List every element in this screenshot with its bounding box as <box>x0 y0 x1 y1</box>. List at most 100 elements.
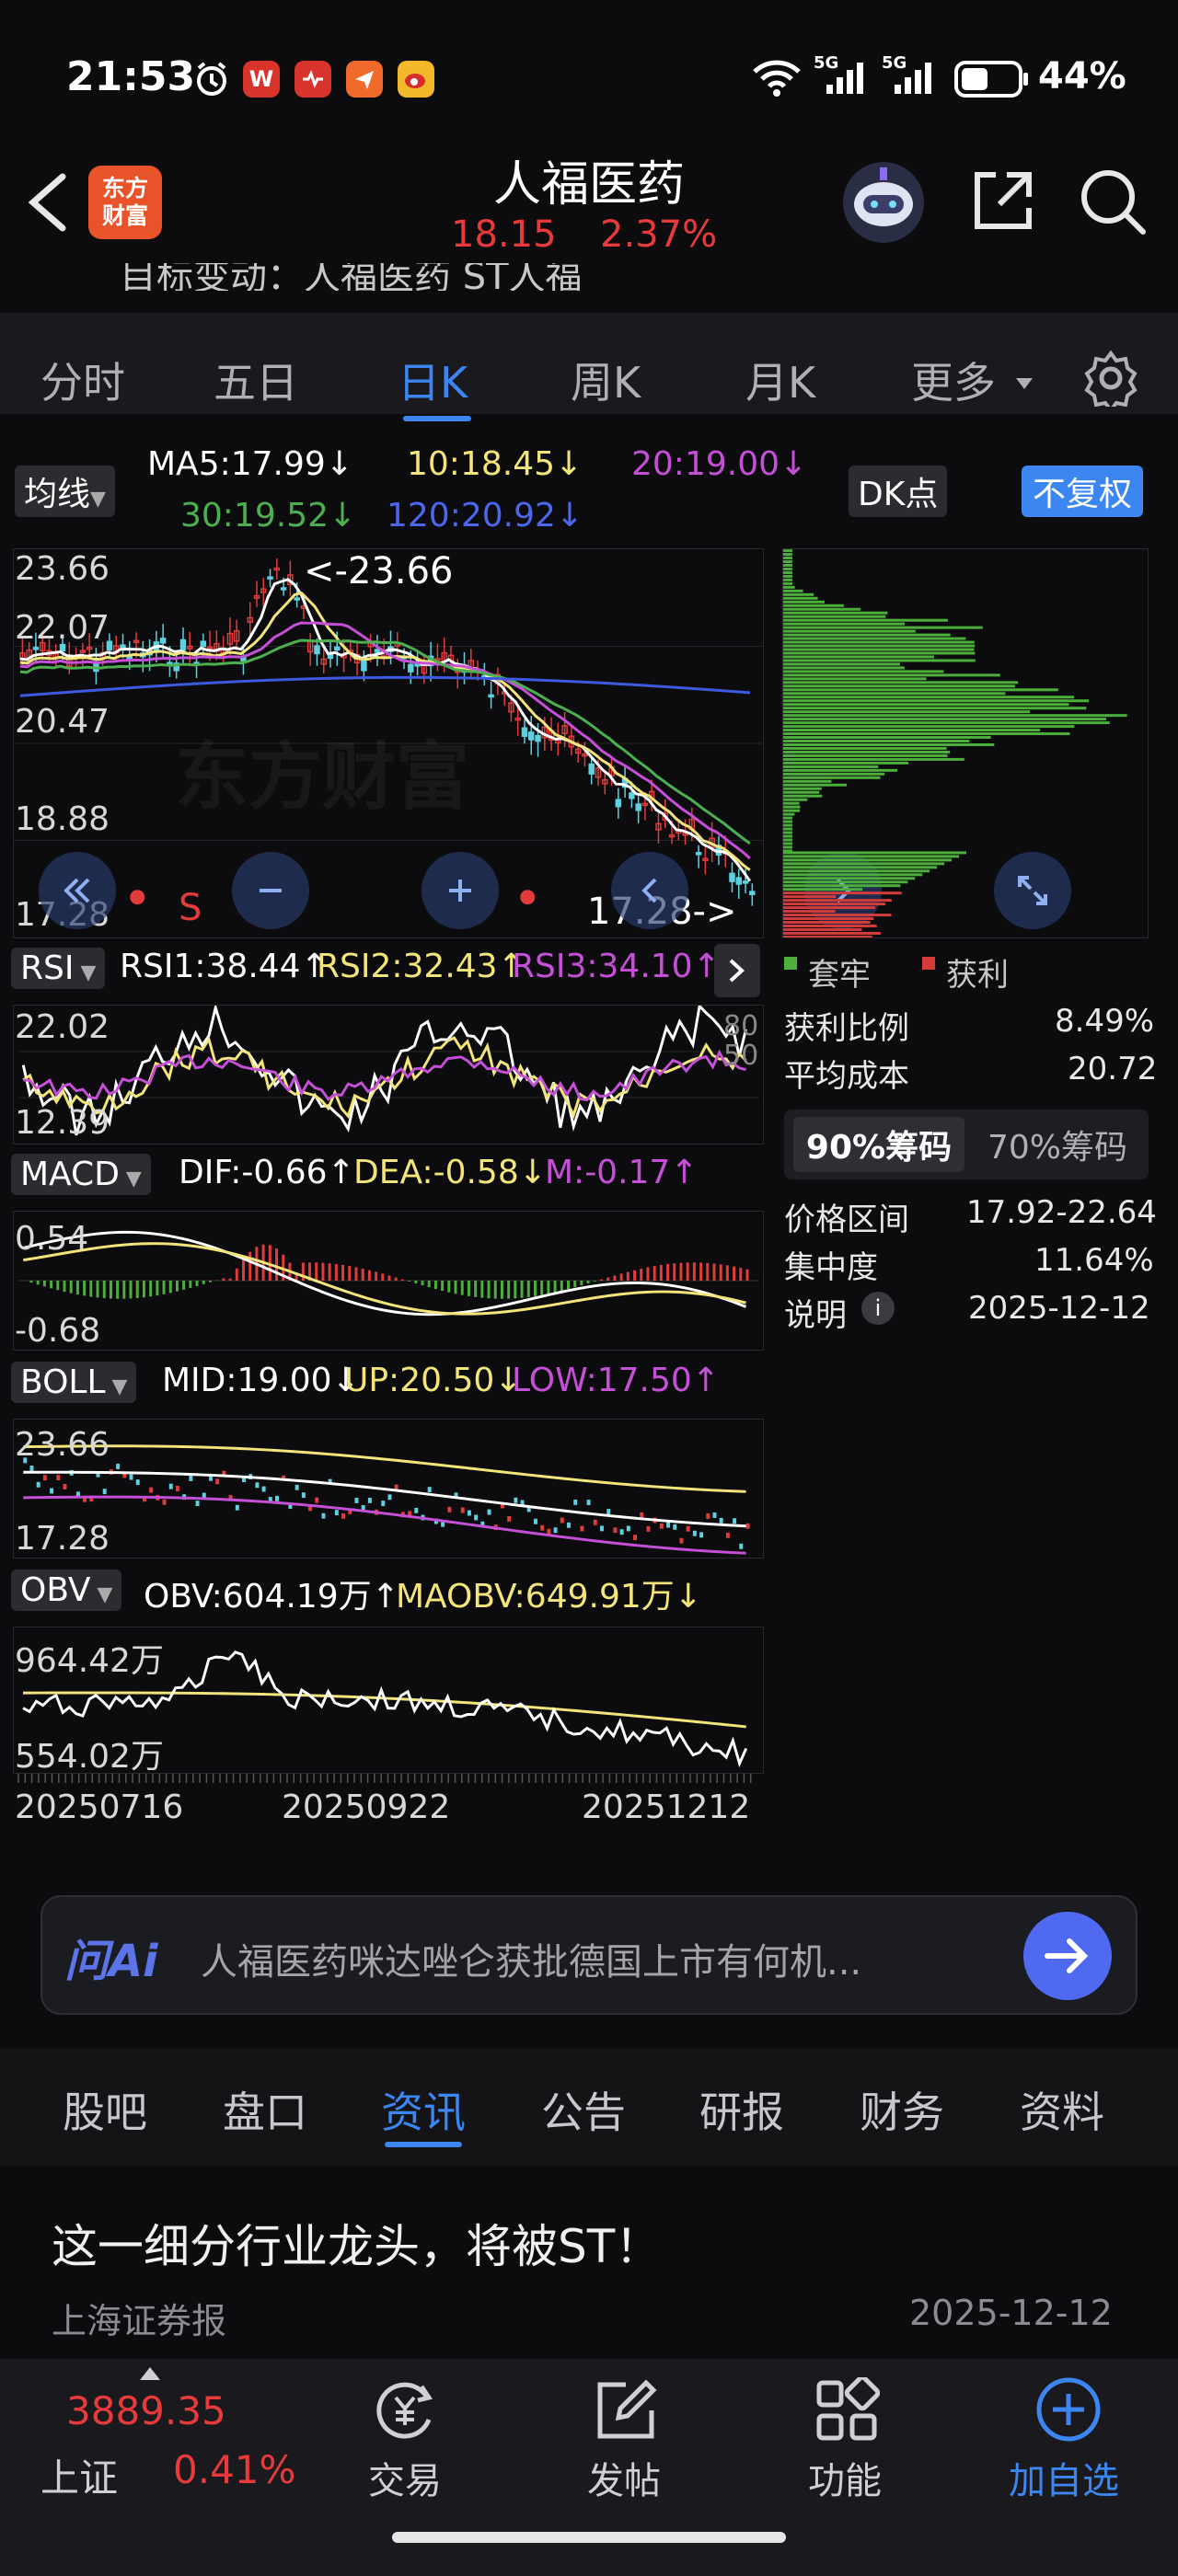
maobv-value: MAOBV:649.91万↓ <box>396 1578 702 1616</box>
tab-profile[interactable]: 资料 <box>1020 2079 1104 2140</box>
boll-candle <box>63 1483 67 1489</box>
chip-bar-locked <box>783 626 983 629</box>
chip-70-tab[interactable]: 70%筹码 <box>972 1117 1143 1172</box>
kline-candle <box>334 646 341 651</box>
functions-grid-icon[interactable] <box>814 2375 881 2447</box>
news-source: 上海证券报 <box>52 2301 227 2341</box>
chip-bar-locked <box>783 549 792 553</box>
boll-candle <box>606 1509 611 1515</box>
macd-selector[interactable]: MACD ▼ <box>11 1154 151 1195</box>
chip-bar-locked <box>783 884 901 888</box>
tab-pankou[interactable]: 盘口 <box>223 2079 307 2140</box>
chip-bar-locked <box>783 714 1127 718</box>
ma5-value: MA5:17.99↓ <box>147 445 353 483</box>
kline-candle <box>374 649 381 653</box>
boll-candle <box>619 1529 624 1535</box>
nav-add-watchlist[interactable]: 加自选 <box>1009 2451 1119 2504</box>
post-icon[interactable] <box>593 2377 659 2447</box>
ma-selector[interactable]: 均线▼ <box>15 466 115 517</box>
macd-histogram-bar <box>712 1263 716 1281</box>
ai-robot-icon[interactable] <box>837 156 930 252</box>
search-icon[interactable] <box>1077 166 1150 243</box>
tab-news[interactable]: 资讯 <box>381 2079 466 2140</box>
kline-candle <box>735 877 743 885</box>
chip-bar-profit <box>783 917 874 921</box>
info-icon[interactable]: i <box>861 1292 895 1325</box>
share-icon[interactable] <box>968 166 1038 239</box>
add-watchlist-icon[interactable] <box>1033 2374 1104 2449</box>
chip-bar-locked <box>783 696 1074 699</box>
rsi2-value: RSI2:32.43↑ <box>317 948 525 985</box>
chip-bar-locked <box>783 592 814 596</box>
tab-research[interactable]: 研报 <box>699 2079 784 2140</box>
news-title[interactable]: 这一细分行业龙头，将被ST！ <box>52 2210 661 2276</box>
back-icon[interactable] <box>22 169 74 239</box>
zoom-in-button[interactable] <box>422 852 499 929</box>
macd-y-top: 0.54 <box>15 1220 89 1258</box>
kline-candle <box>615 799 622 808</box>
ma120-value: 120:20.92↓ <box>387 497 584 535</box>
kline-candle <box>361 659 367 672</box>
boll-candle <box>414 1507 419 1513</box>
chip-bar-locked <box>783 703 1069 707</box>
ai-send-button[interactable] <box>1023 1912 1112 2000</box>
tab-guba[interactable]: 股吧 <box>63 2079 147 2140</box>
boll-candle <box>315 1497 319 1503</box>
news-ticker-strip[interactable]: 目标变动：人福医药 ST人福 <box>0 263 1178 291</box>
news-ticker-text: 目标变动：人福医药 ST人福 <box>120 263 583 291</box>
tab-more[interactable]: 更多 <box>911 350 996 410</box>
tab-finance[interactable]: 财务 <box>860 2079 944 2140</box>
boll-selector[interactable]: BOLL ▼ <box>11 1362 137 1403</box>
settings-gear-icon[interactable] <box>1082 350 1139 414</box>
tab-daily-k[interactable]: 日K <box>398 350 468 410</box>
nav-post[interactable]: 发帖 <box>587 2451 661 2504</box>
nav-functions[interactable]: 功能 <box>808 2451 882 2504</box>
index-name[interactable]: 上证 <box>40 2447 118 2503</box>
nav-trade[interactable]: 交易 <box>368 2451 442 2504</box>
tab-five-day[interactable]: 五日 <box>214 350 298 410</box>
macd-chart[interactable] <box>13 1211 764 1351</box>
scroll-left-button[interactable] <box>611 852 688 929</box>
concentration-value: 11.64% <box>1034 1242 1154 1279</box>
zoom-out-button[interactable] <box>232 852 309 929</box>
index-value[interactable]: 3889.35 <box>66 2388 226 2433</box>
tab-intraday[interactable]: 分时 <box>40 350 125 410</box>
macd-histogram-bar <box>427 1281 431 1288</box>
rsi-selector[interactable]: RSI ▼ <box>11 948 106 989</box>
tab-weekly-k[interactable]: 周K <box>571 350 641 410</box>
news-date: 2025-12-12 <box>909 2293 1113 2333</box>
chip-bar-locked <box>783 838 792 842</box>
chip-bar-locked <box>783 816 792 820</box>
kline-candle <box>635 803 641 811</box>
rsi-chart[interactable] <box>13 1005 764 1144</box>
boll-candle <box>474 1514 479 1521</box>
chip-bar-locked <box>783 707 1087 710</box>
macd-histogram-bar <box>679 1262 683 1281</box>
chip-bar-locked <box>783 862 945 866</box>
macd-histogram-bar <box>673 1263 676 1281</box>
trade-icon[interactable] <box>370 2377 440 2447</box>
tab-announcements[interactable]: 公告 <box>541 2079 626 2140</box>
indicator-expand-icon[interactable] <box>714 944 760 997</box>
macd-histogram-bar <box>606 1277 610 1281</box>
kline-candle <box>120 644 126 649</box>
chip-90-tab[interactable]: 90%筹码 <box>793 1117 964 1172</box>
boll-chart[interactable] <box>13 1419 764 1558</box>
scroll-left-fast-button[interactable] <box>39 852 116 929</box>
tab-monthly-k[interactable]: 月K <box>745 350 815 410</box>
adjust-mode-button[interactable]: 不复权 <box>1022 466 1144 517</box>
chip-bar-locked <box>783 746 947 750</box>
macd-histogram-bar <box>619 1273 623 1281</box>
boll-candle <box>487 1509 491 1515</box>
cell-signal-2-icon: 5G <box>882 53 931 94</box>
dk-point-button[interactable]: DK点 <box>849 466 948 517</box>
obv-selector[interactable]: OBV ▼ <box>11 1570 122 1611</box>
boll-candle <box>162 1499 167 1505</box>
index-change[interactable]: 0.41% <box>173 2447 295 2492</box>
chip-bar-locked <box>783 794 823 798</box>
ai-question-text[interactable]: 人福医药咪达唑仑获批德国上市有何机... <box>201 1932 1011 1985</box>
kline-y-tick-2: 22.07 <box>15 609 110 647</box>
macd-histogram-bar <box>202 1281 205 1284</box>
obv-y-bottom: 554.02万 <box>15 1738 164 1776</box>
boll-up-value: UP:20.50↓ <box>344 1362 523 1399</box>
